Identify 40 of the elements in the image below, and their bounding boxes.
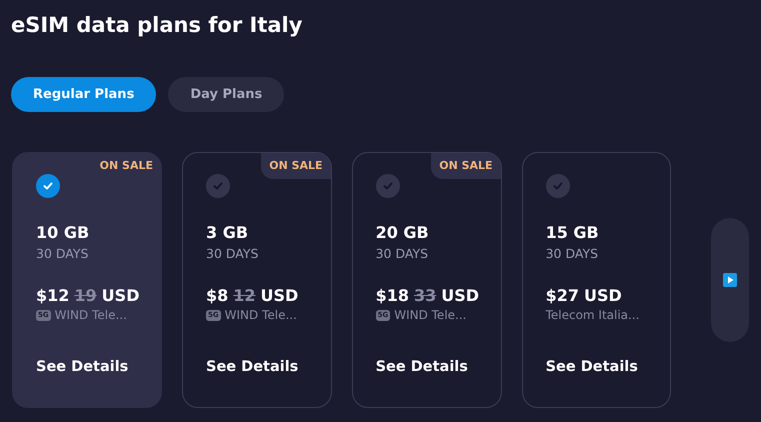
data-amount: 3 GB xyxy=(206,223,248,243)
next-button[interactable] xyxy=(711,218,749,342)
original-price: 12 xyxy=(233,286,256,306)
plan-card[interactable]: 15 GB 30 DAYS $27 USD Telecom Italia... See Details xyxy=(522,152,672,408)
see-details-link[interactable]: See Details xyxy=(546,357,638,377)
currency-label: USD xyxy=(102,286,140,306)
plan-duration: 30 DAYS xyxy=(36,245,88,263)
currency-label: USD xyxy=(260,286,298,306)
select-check-icon[interactable] xyxy=(546,174,570,198)
sale-label: ON SALE xyxy=(431,153,501,179)
operator-name: Telecom Italia... xyxy=(546,307,640,323)
currency-label: USD xyxy=(441,286,480,306)
currency-label: USD xyxy=(584,286,622,306)
plan-duration: 30 DAYS xyxy=(206,245,258,263)
page-title: eSIM data plans for Italy xyxy=(11,12,302,39)
operator-name: WIND Tele... xyxy=(394,307,466,323)
select-check-icon[interactable] xyxy=(206,174,230,198)
data-amount: 10 GB xyxy=(36,223,90,243)
see-details-link[interactable]: See Details xyxy=(36,357,128,377)
play-icon xyxy=(723,273,738,287)
sale-price: $27 xyxy=(546,286,579,306)
original-price: 33 xyxy=(414,286,436,306)
plan-tab[interactable]: Day Plans xyxy=(168,77,284,112)
sale-price: $8 xyxy=(206,286,228,306)
sale-price: $12 xyxy=(36,286,70,306)
select-check-icon[interactable] xyxy=(36,174,60,198)
plan-tab[interactable]: Regular Plans xyxy=(11,77,156,112)
plan-duration: 30 DAYS xyxy=(546,245,598,263)
plan-duration: 30 DAYS xyxy=(376,245,428,263)
see-details-link[interactable]: See Details xyxy=(206,357,298,377)
sale-label: ON SALE xyxy=(261,153,331,179)
select-check-icon[interactable] xyxy=(376,174,400,198)
operator-name: WIND Tele... xyxy=(54,307,127,323)
data-amount: 15 GB xyxy=(546,223,599,243)
sale-price: $18 xyxy=(376,286,409,306)
data-amount: 20 GB xyxy=(376,223,429,243)
original-price: 19 xyxy=(74,286,97,306)
operator-name: WIND Tele... xyxy=(224,307,297,323)
sale-label: ON SALE xyxy=(98,158,154,174)
see-details-link[interactable]: See Details xyxy=(376,357,468,377)
